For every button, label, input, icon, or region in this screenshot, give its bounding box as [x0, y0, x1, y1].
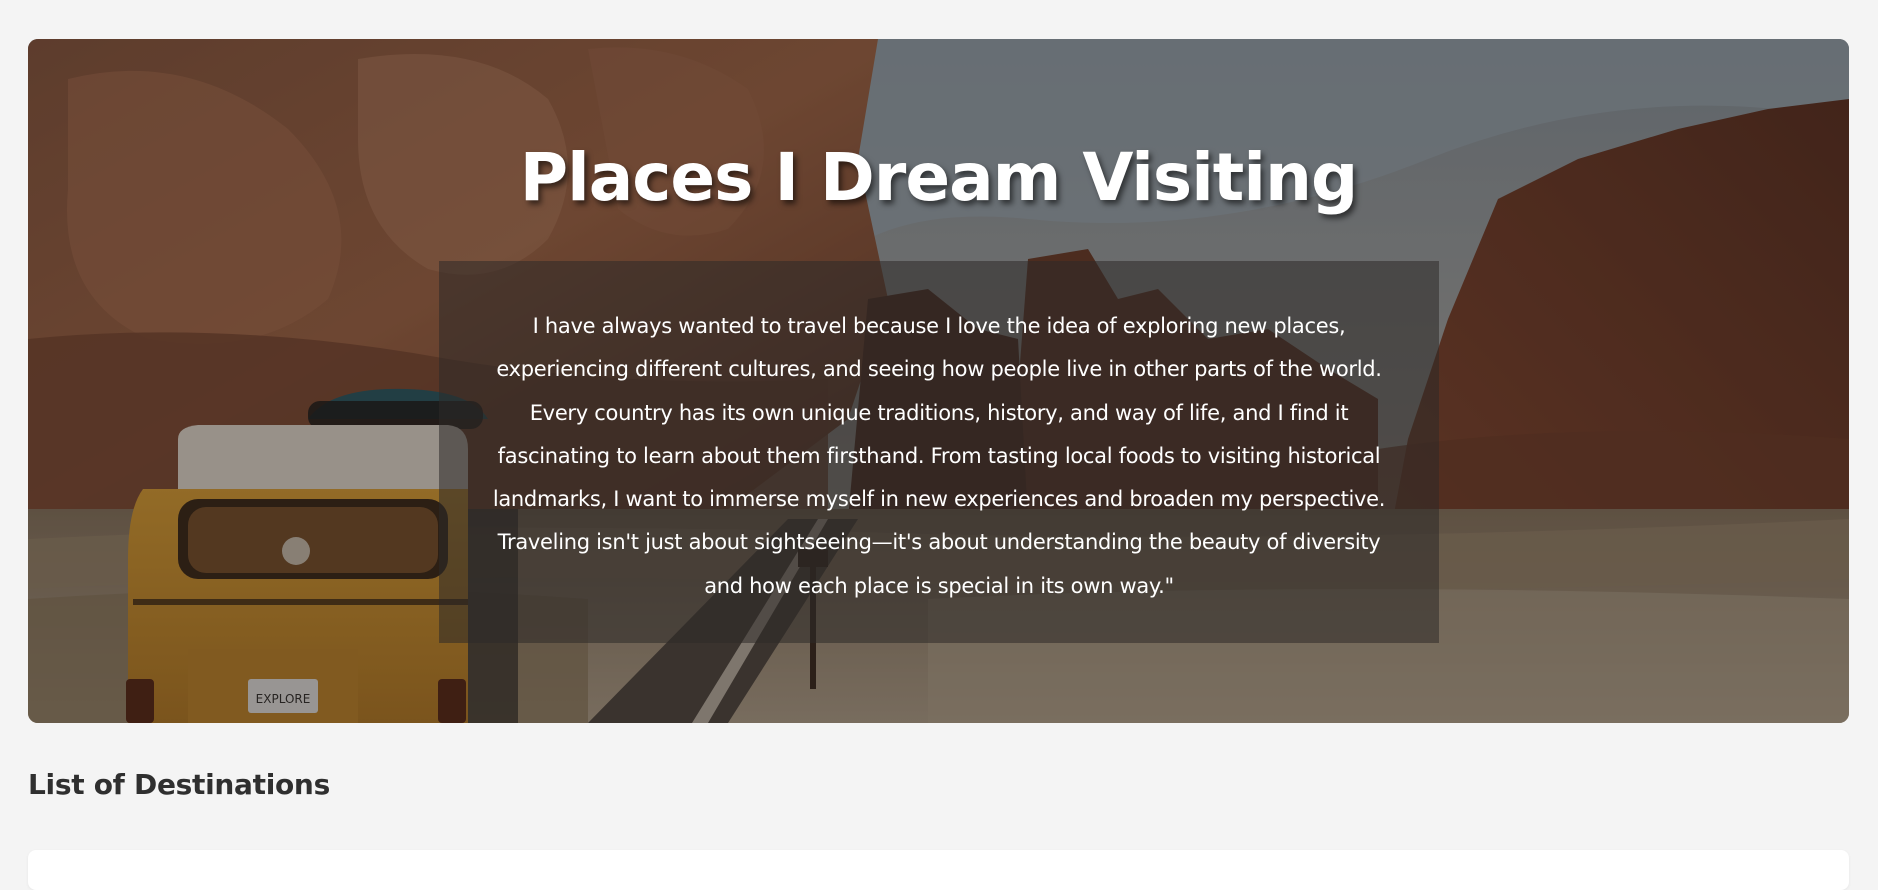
page-title: Places I Dream Visiting	[519, 139, 1358, 216]
destinations-list	[28, 850, 1849, 890]
destinations-heading: List of Destinations	[28, 768, 330, 801]
intro-panel: I have always wanted to travel because I…	[439, 261, 1439, 643]
intro-text: I have always wanted to travel because I…	[492, 314, 1386, 598]
hero-banner: EXPLORE Places I Dream Visiting I have a…	[28, 39, 1849, 723]
